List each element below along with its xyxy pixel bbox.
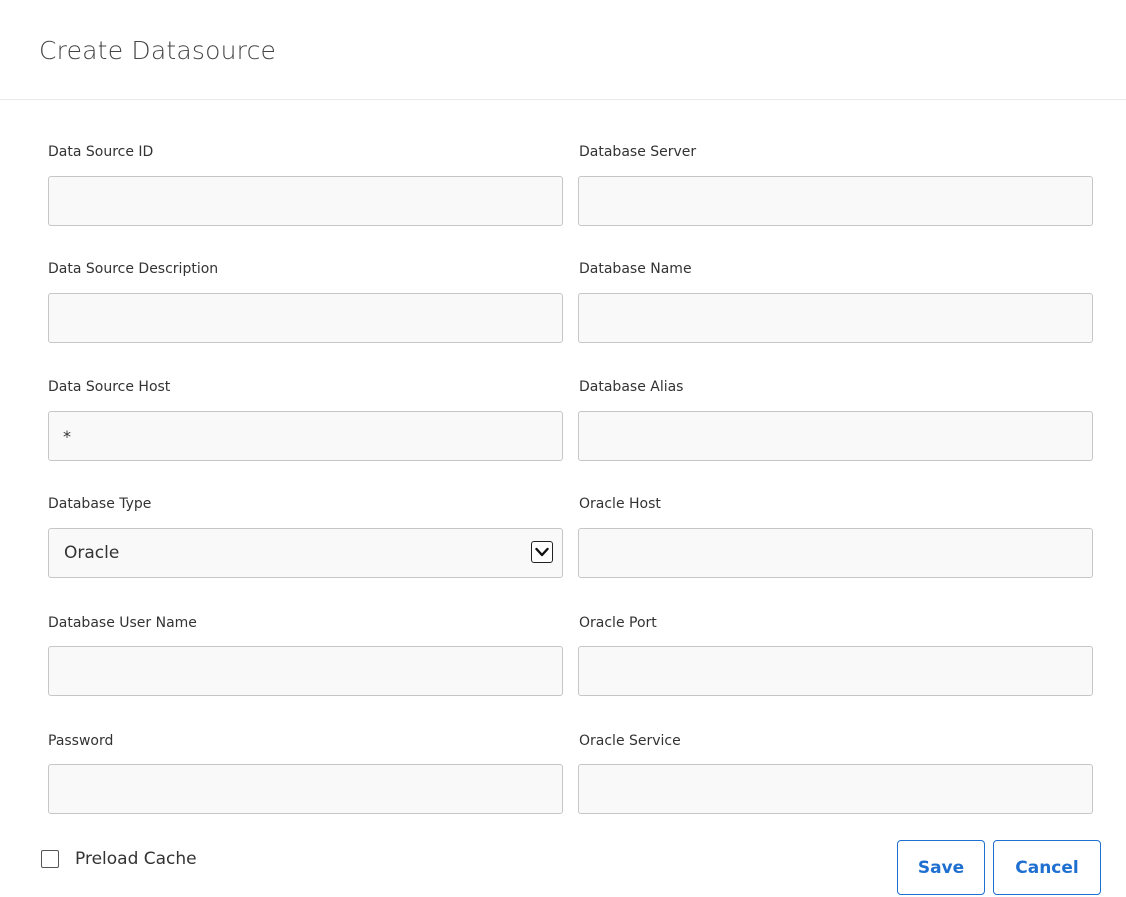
database-user-name-input[interactable] xyxy=(48,646,563,696)
create-datasource-dialog: Create Datasource Data Source ID Data So… xyxy=(0,0,1126,897)
preload-cache-label: Preload Cache xyxy=(75,849,197,869)
password-input[interactable] xyxy=(48,764,563,814)
database-type-select[interactable]: Oracle xyxy=(48,528,563,578)
data-source-description-label: Data Source Description xyxy=(48,261,219,277)
preload-cache-option[interactable]: Preload Cache xyxy=(41,846,197,872)
oracle-port-input[interactable] xyxy=(578,646,1093,696)
chevron-down-icon[interactable] xyxy=(531,541,553,563)
database-server-input[interactable] xyxy=(578,176,1093,226)
dialog-title: Create Datasource xyxy=(39,36,277,65)
database-alias-input[interactable] xyxy=(578,411,1093,461)
oracle-host-input[interactable] xyxy=(578,528,1093,578)
oracle-service-label: Oracle Service xyxy=(579,733,681,749)
database-name-input[interactable] xyxy=(578,293,1093,343)
preload-cache-checkbox[interactable] xyxy=(41,850,59,868)
database-type-selected-value: Oracle xyxy=(64,543,120,563)
data-source-description-input[interactable] xyxy=(48,293,563,343)
cancel-button[interactable]: Cancel xyxy=(993,840,1101,895)
database-type-label: Database Type xyxy=(48,496,152,512)
data-source-host-label: Data Source Host xyxy=(48,379,171,395)
dialog-header: Create Datasource xyxy=(0,0,1126,100)
data-source-id-input[interactable] xyxy=(48,176,563,226)
database-server-label: Database Server xyxy=(579,144,697,160)
save-button[interactable]: Save xyxy=(897,840,985,895)
oracle-host-label: Oracle Host xyxy=(579,496,661,512)
database-alias-label: Database Alias xyxy=(579,379,684,395)
password-label: Password xyxy=(48,733,114,749)
data-source-host-input[interactable] xyxy=(48,411,563,461)
database-user-name-label: Database User Name xyxy=(48,615,197,631)
database-name-label: Database Name xyxy=(579,261,692,277)
oracle-service-input[interactable] xyxy=(578,764,1093,814)
data-source-id-label: Data Source ID xyxy=(48,144,154,160)
oracle-port-label: Oracle Port xyxy=(579,615,657,631)
